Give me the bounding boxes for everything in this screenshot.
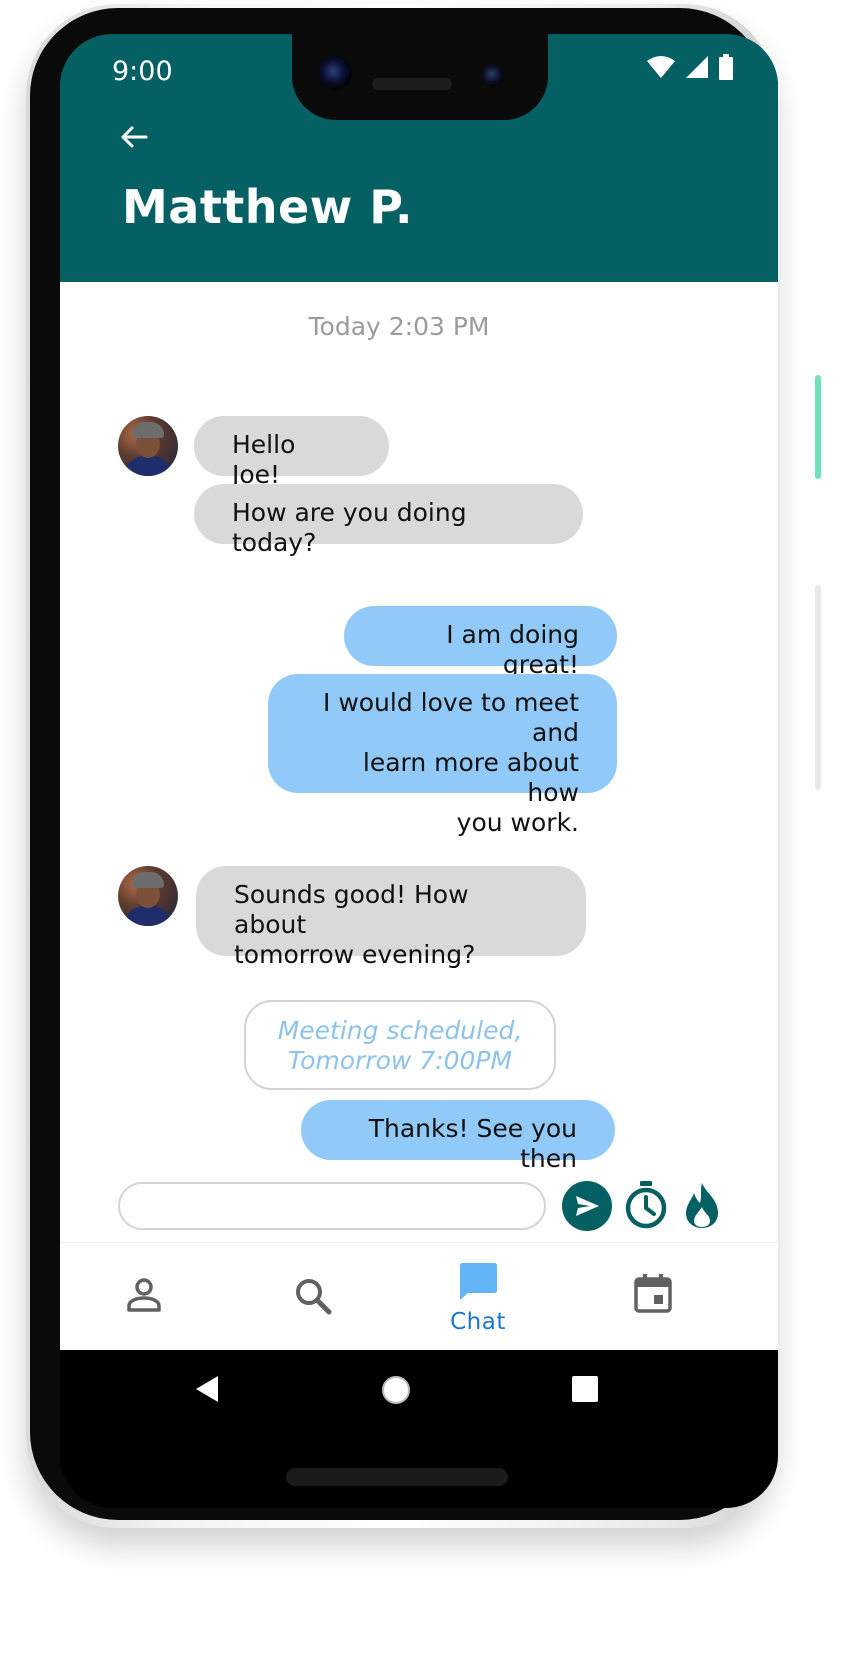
- message-text: Sounds good! How about tomorrow evening?: [234, 880, 476, 969]
- nav-item-profile[interactable]: [84, 1243, 204, 1351]
- chat-timestamp: Today 2:03 PM: [308, 312, 490, 341]
- person-icon: [127, 1278, 161, 1312]
- message-text: I am doing great!: [446, 620, 579, 679]
- message-bubble-outgoing[interactable]: I would love to meet and learn more abou…: [268, 674, 617, 837]
- nav-item-calendar[interactable]: [592, 1243, 712, 1351]
- recents-square-icon[interactable]: [572, 1376, 598, 1402]
- page-title: Matthew P.: [122, 180, 413, 234]
- earpiece-speaker: [372, 78, 452, 90]
- system-message-text: Meeting scheduled, Tomorrow 7:00PM: [277, 1016, 523, 1075]
- chat-icon: [460, 1263, 497, 1300]
- timer-button[interactable]: [622, 1180, 670, 1230]
- message-bubble-incoming[interactable]: Sounds good! How about tomorrow evening?: [196, 866, 586, 969]
- bottom-navigation: Chat: [60, 1242, 778, 1351]
- phone-screen: 9:00 Matthew P. Today 2:03 PM Hello Joe!…: [60, 34, 778, 1508]
- meeting-scheduled-notice[interactable]: Meeting scheduled, Tomorrow 7:00PM: [244, 1000, 556, 1090]
- system-navigation-bar: [60, 1350, 778, 1428]
- message-text: How are you doing today?: [232, 498, 467, 557]
- power-button: [815, 375, 821, 479]
- send-button[interactable]: [562, 1181, 612, 1231]
- status-icons: [646, 54, 734, 80]
- avatar[interactable]: [118, 866, 178, 926]
- wifi-icon: [647, 56, 675, 78]
- volume-button: [815, 585, 821, 790]
- message-input[interactable]: [118, 1182, 546, 1230]
- chat-thread[interactable]: Today 2:03 PM Hello Joe! How are you doi…: [60, 282, 778, 1276]
- back-triangle-icon[interactable]: [194, 1374, 220, 1404]
- front-camera: [318, 56, 352, 90]
- timer-icon: [625, 1181, 667, 1229]
- nav-item-chat[interactable]: Chat: [418, 1243, 538, 1351]
- arrow-left-icon[interactable]: [116, 119, 152, 155]
- calendar-icon: [634, 1274, 672, 1313]
- message-bubble-outgoing[interactable]: Thanks! See you then: [301, 1100, 615, 1173]
- nav-label-chat: Chat: [450, 1309, 506, 1335]
- message-bubble-incoming[interactable]: Hello Joe!: [194, 416, 389, 489]
- message-text: I would love to meet and learn more abou…: [323, 688, 579, 837]
- message-bubble-incoming[interactable]: How are you doing today?: [194, 484, 583, 557]
- avatar[interactable]: [118, 416, 178, 476]
- flame-icon: [686, 1183, 718, 1228]
- message-text: Thanks! See you then: [368, 1114, 577, 1173]
- phone-bottom-speaker: [286, 1468, 508, 1486]
- front-sensor: [482, 64, 504, 86]
- send-icon: [576, 1196, 599, 1216]
- search-icon: [296, 1279, 332, 1315]
- message-text: Hello Joe!: [232, 430, 296, 489]
- status-time: 9:00: [112, 56, 173, 87]
- battery-icon: [719, 54, 733, 80]
- home-circle-icon[interactable]: [380, 1374, 412, 1406]
- nav-item-search[interactable]: [252, 1243, 372, 1351]
- flame-button[interactable]: [682, 1181, 722, 1229]
- cell-signal-icon: [686, 56, 708, 78]
- message-bubble-outgoing[interactable]: I am doing great!: [344, 606, 617, 679]
